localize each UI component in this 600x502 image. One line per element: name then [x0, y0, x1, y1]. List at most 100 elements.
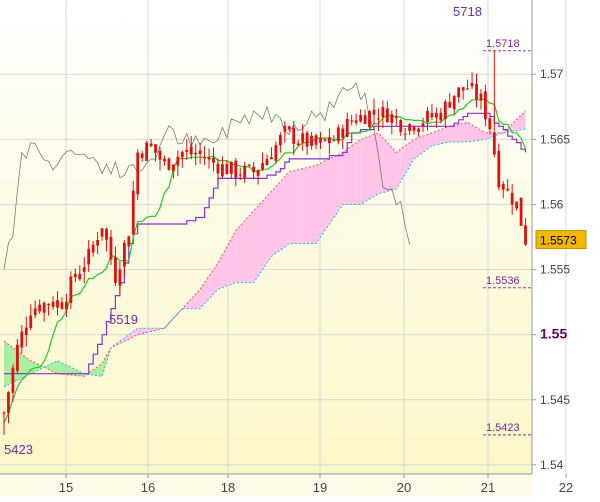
cloud-segment — [284, 171, 290, 247]
candle-body — [403, 133, 407, 135]
y-tick-label: 1.54 — [540, 458, 564, 472]
candle-body — [341, 128, 345, 138]
y-tick-label: 1.555 — [540, 263, 570, 277]
cloud-segment — [333, 154, 339, 218]
candle-body — [167, 158, 171, 170]
candle-body — [154, 144, 157, 153]
cloud-segment — [387, 142, 392, 192]
cloud-segment — [324, 158, 330, 231]
cloud-segment — [21, 354, 27, 379]
cloud-segment — [463, 122, 468, 142]
candle-body — [270, 157, 273, 160]
cloud-segment — [298, 168, 303, 244]
cloud-segment — [235, 225, 241, 283]
candle-body — [122, 242, 126, 267]
price-annotation: 5519 — [109, 312, 138, 327]
candle-body — [319, 138, 322, 143]
cloud-segment — [467, 122, 473, 142]
candle-body — [332, 140, 336, 142]
candle-body — [100, 228, 104, 237]
cloud-segment — [249, 210, 254, 283]
cloud-segment — [369, 134, 374, 200]
cloud-segment — [458, 123, 464, 142]
cloud-segment — [262, 196, 267, 270]
candle-body — [243, 165, 247, 178]
candle-body — [305, 132, 309, 147]
x-tick-label: 16 — [141, 480, 155, 495]
candle-body — [38, 304, 42, 312]
candle-body — [105, 228, 108, 240]
cloud-segment — [302, 167, 308, 244]
candle-body — [158, 150, 162, 160]
cloud-segment — [316, 163, 321, 244]
candle-body — [310, 135, 313, 146]
candle-body — [42, 302, 46, 313]
cloud-segment — [53, 360, 58, 374]
candle-body — [287, 126, 291, 130]
candle-body — [301, 133, 305, 143]
candle-body — [189, 146, 193, 155]
cloud-segment — [226, 238, 232, 286]
last-price-label: 1.5573 — [540, 234, 577, 248]
candle-body — [145, 142, 149, 161]
cloud-segment — [445, 126, 450, 143]
cloud-segment — [436, 129, 441, 145]
candle-body — [47, 304, 50, 306]
candle-body — [256, 170, 260, 176]
cloud-segment — [320, 161, 325, 237]
candle-body — [185, 150, 189, 152]
candle-body — [368, 111, 371, 128]
cloud-segment — [338, 152, 343, 211]
candle-body — [69, 276, 73, 304]
candle-body — [216, 163, 220, 174]
cloud-segment — [431, 131, 437, 146]
candle-body — [390, 114, 394, 124]
candle-body — [372, 109, 376, 115]
cloud-segment — [449, 125, 455, 142]
candle-body — [399, 120, 403, 132]
candle-body — [15, 344, 19, 372]
level-label: 1.5423 — [486, 422, 520, 434]
candle-body — [385, 108, 389, 123]
cloud-segment — [360, 137, 366, 205]
candle-body — [24, 327, 28, 336]
candle-body — [359, 114, 363, 122]
cloud-segment — [454, 124, 459, 142]
candle-body — [212, 157, 215, 163]
candle-body — [225, 163, 229, 175]
cloud-segment — [342, 149, 348, 205]
candle-body — [452, 95, 456, 110]
time-axis-background — [0, 474, 532, 497]
cloud-segment — [240, 220, 245, 283]
chart-container: 1.5718 1.5536 1.5423 5718 5519 5423 1.54 1.545 1… — [0, 0, 600, 497]
y-tick-label: 1.57 — [540, 67, 564, 81]
candle-body — [314, 135, 318, 145]
level-label: 1.5718 — [486, 38, 520, 50]
candle-body — [11, 367, 15, 393]
cloud-segment — [418, 136, 424, 156]
cloud-segment — [57, 360, 62, 375]
candle-body — [323, 139, 327, 141]
candle-body — [296, 143, 300, 145]
candle-body — [421, 123, 425, 127]
candle-body — [336, 127, 340, 142]
candle-body — [519, 197, 523, 226]
candle-body — [274, 145, 278, 161]
price-annotation: 5423 — [4, 442, 33, 457]
candle-body — [417, 128, 420, 133]
candle-body — [497, 150, 501, 188]
cloud-segment — [258, 201, 263, 277]
level-label: 1.5536 — [486, 275, 520, 287]
candle-body — [51, 301, 55, 307]
candle-body — [506, 188, 510, 191]
candle-body — [229, 161, 233, 174]
cloud-segment — [267, 191, 272, 264]
candle-body — [408, 124, 412, 131]
candle-body — [221, 164, 224, 177]
candle-body — [461, 87, 465, 91]
candle-body — [91, 244, 95, 253]
cloud-segment — [311, 165, 317, 244]
candle-body — [492, 132, 496, 155]
candle-body — [252, 166, 256, 173]
candle-body — [247, 164, 251, 166]
